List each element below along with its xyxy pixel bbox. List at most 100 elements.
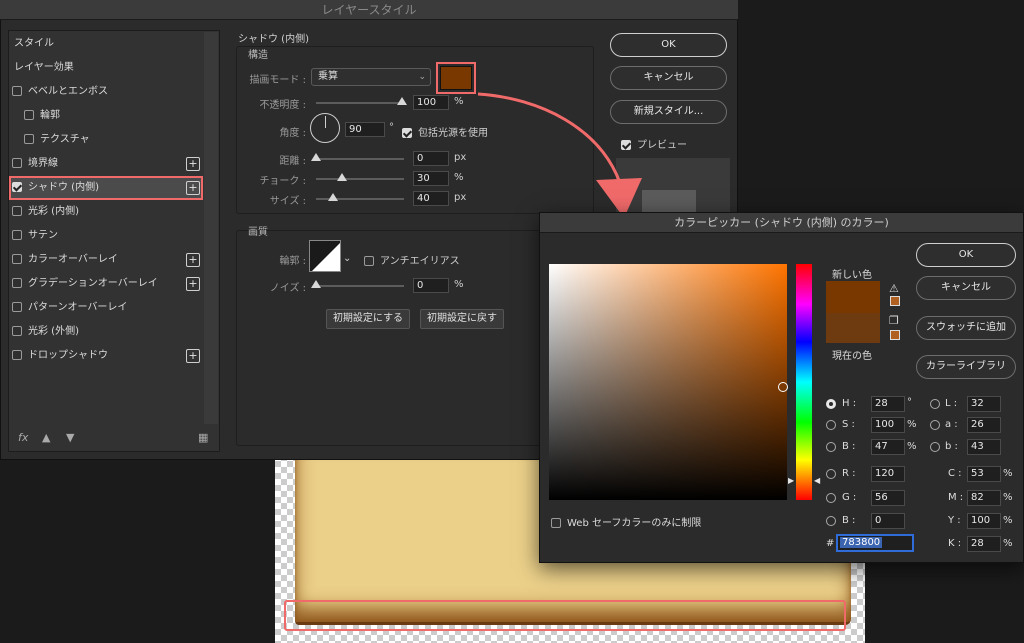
web-safe-color-swatch[interactable] [890, 330, 900, 340]
noise-slider-track[interactable] [316, 285, 404, 287]
hue-slider[interactable] [796, 264, 812, 500]
add-inner-shadow-icon[interactable]: + [186, 181, 200, 195]
checkbox[interactable] [12, 86, 22, 96]
s-radio[interactable] [826, 420, 836, 430]
k-field[interactable]: 28 [967, 536, 1001, 552]
antialias-option[interactable]: アンチエイリアス [364, 252, 460, 267]
effects-item-outer-glow[interactable]: 光彩 (外側) [12, 321, 79, 343]
add-stroke-icon[interactable]: + [186, 157, 200, 171]
global-light-checkbox[interactable] [402, 128, 412, 138]
size-slider-thumb[interactable] [328, 193, 338, 201]
shadow-color-swatch[interactable] [440, 66, 472, 90]
choke-field[interactable]: 30 [413, 171, 449, 186]
m-field[interactable]: 82 [967, 490, 1001, 506]
add-gradient-overlay-icon[interactable]: + [186, 277, 200, 291]
effects-item-gradient-overlay[interactable]: グラデーションオーバーレイ [12, 273, 158, 295]
effects-item-pattern-overlay[interactable]: パターンオーバーレイ [12, 297, 127, 319]
checkbox[interactable] [12, 350, 22, 360]
h-field[interactable]: 28 [871, 396, 905, 412]
checkbox[interactable] [12, 230, 22, 240]
distance-slider-thumb[interactable] [311, 153, 321, 161]
gamut-color-swatch[interactable] [890, 296, 900, 306]
effects-list-scrollbar[interactable] [204, 32, 218, 424]
reset-default-button[interactable]: 初期設定に戻す [420, 309, 504, 329]
checkbox[interactable] [24, 110, 34, 120]
effects-item-bevel-emboss[interactable]: ベベルとエンボス [12, 81, 108, 103]
c-field[interactable]: 53 [967, 466, 1001, 482]
size-field[interactable]: 40 [413, 191, 449, 206]
add-color-overlay-icon[interactable]: + [186, 253, 200, 267]
hex-field[interactable]: 783800 [836, 534, 914, 552]
web-safe-checkbox[interactable] [551, 518, 561, 528]
move-up-icon[interactable]: ▲ [42, 431, 50, 444]
y-field[interactable]: 100 [967, 513, 1001, 529]
a-field[interactable]: 26 [967, 417, 1001, 433]
checkbox[interactable] [12, 206, 22, 216]
blend-mode-select[interactable]: 乗算 ⌄ [311, 68, 431, 86]
h-radio[interactable] [826, 399, 836, 409]
checkbox-checked[interactable] [12, 182, 22, 192]
trash-icon[interactable]: ▦ [198, 431, 208, 444]
r-field[interactable]: 120 [871, 466, 905, 482]
effects-item-drop-shadow[interactable]: ドロップシャドウ [12, 345, 108, 367]
hue-slider-right-arrow-icon[interactable]: ◀ [814, 476, 820, 485]
color-libraries-button[interactable]: カラーライブラリ [916, 355, 1016, 379]
distance-field[interactable]: 0 [413, 151, 449, 166]
opacity-field[interactable]: 100 [413, 95, 449, 110]
g-field[interactable]: 56 [871, 490, 905, 506]
b-field[interactable]: 47 [871, 439, 905, 455]
make-default-button[interactable]: 初期設定にする [326, 309, 410, 329]
b-radio[interactable] [826, 442, 836, 452]
effects-item-layer-effects[interactable]: レイヤー効果 [14, 57, 74, 79]
warning-triangle-icon[interactable]: ⚠ [889, 282, 899, 295]
hue-slider-left-arrow-icon[interactable]: ▶ [788, 476, 794, 485]
cancel-button[interactable]: キャンセル [610, 66, 727, 90]
picker-cancel-button[interactable]: キャンセル [916, 276, 1016, 300]
effects-item-satin[interactable]: サテン [12, 225, 58, 247]
picker-ok-button[interactable]: OK [916, 243, 1016, 267]
checkbox[interactable] [12, 158, 22, 168]
lab-b-field[interactable]: 43 [967, 439, 1001, 455]
a-radio[interactable] [930, 420, 940, 430]
checkbox[interactable] [24, 134, 34, 144]
saturation-brightness-field[interactable] [549, 264, 787, 500]
checkbox[interactable] [12, 302, 22, 312]
effects-item-stroke[interactable]: 境界線 [12, 153, 58, 175]
add-drop-shadow-icon[interactable]: + [186, 349, 200, 363]
color-field-marker[interactable] [778, 382, 788, 392]
g-radio[interactable] [826, 493, 836, 503]
chevron-down-icon[interactable]: ⌄ [343, 253, 351, 264]
effects-item-style[interactable]: スタイル [14, 33, 54, 55]
cube-icon[interactable]: ❐ [889, 314, 899, 327]
choke-slider-track[interactable] [316, 178, 404, 180]
antialias-checkbox[interactable] [364, 256, 374, 266]
fx-icon[interactable]: fx [18, 431, 28, 444]
checkbox[interactable] [12, 254, 22, 264]
choke-slider-thumb[interactable] [337, 173, 347, 181]
checkbox[interactable] [12, 326, 22, 336]
opacity-slider-track[interactable] [316, 102, 404, 104]
move-down-icon[interactable]: ▼ [66, 431, 74, 444]
distance-slider-track[interactable] [316, 158, 404, 160]
checkbox[interactable] [12, 278, 22, 288]
noise-field[interactable]: 0 [413, 278, 449, 293]
effects-item-contour[interactable]: 輪郭 [24, 105, 60, 127]
blue-radio[interactable] [826, 516, 836, 526]
angle-field[interactable]: 90 [345, 122, 385, 137]
angle-dial[interactable] [310, 113, 340, 143]
r-radio[interactable] [826, 469, 836, 479]
add-to-swatches-button[interactable]: スウォッチに追加 [916, 316, 1016, 340]
noise-slider-thumb[interactable] [311, 280, 321, 288]
contour-picker[interactable] [309, 240, 341, 272]
blue-field[interactable]: 0 [871, 513, 905, 529]
current-color-swatch[interactable] [826, 313, 880, 343]
effects-item-color-overlay[interactable]: カラーオーバーレイ [12, 249, 118, 271]
l-radio[interactable] [930, 399, 940, 409]
lab-b-radio[interactable] [930, 442, 940, 452]
effects-item-texture[interactable]: テクスチャ [24, 129, 90, 151]
effects-item-inner-glow[interactable]: 光彩 (内側) [12, 201, 79, 223]
s-field[interactable]: 100 [871, 417, 905, 433]
effects-item-inner-shadow[interactable]: シャドウ (内側) [12, 177, 99, 199]
l-field[interactable]: 32 [967, 396, 1001, 412]
ok-button[interactable]: OK [610, 33, 727, 57]
